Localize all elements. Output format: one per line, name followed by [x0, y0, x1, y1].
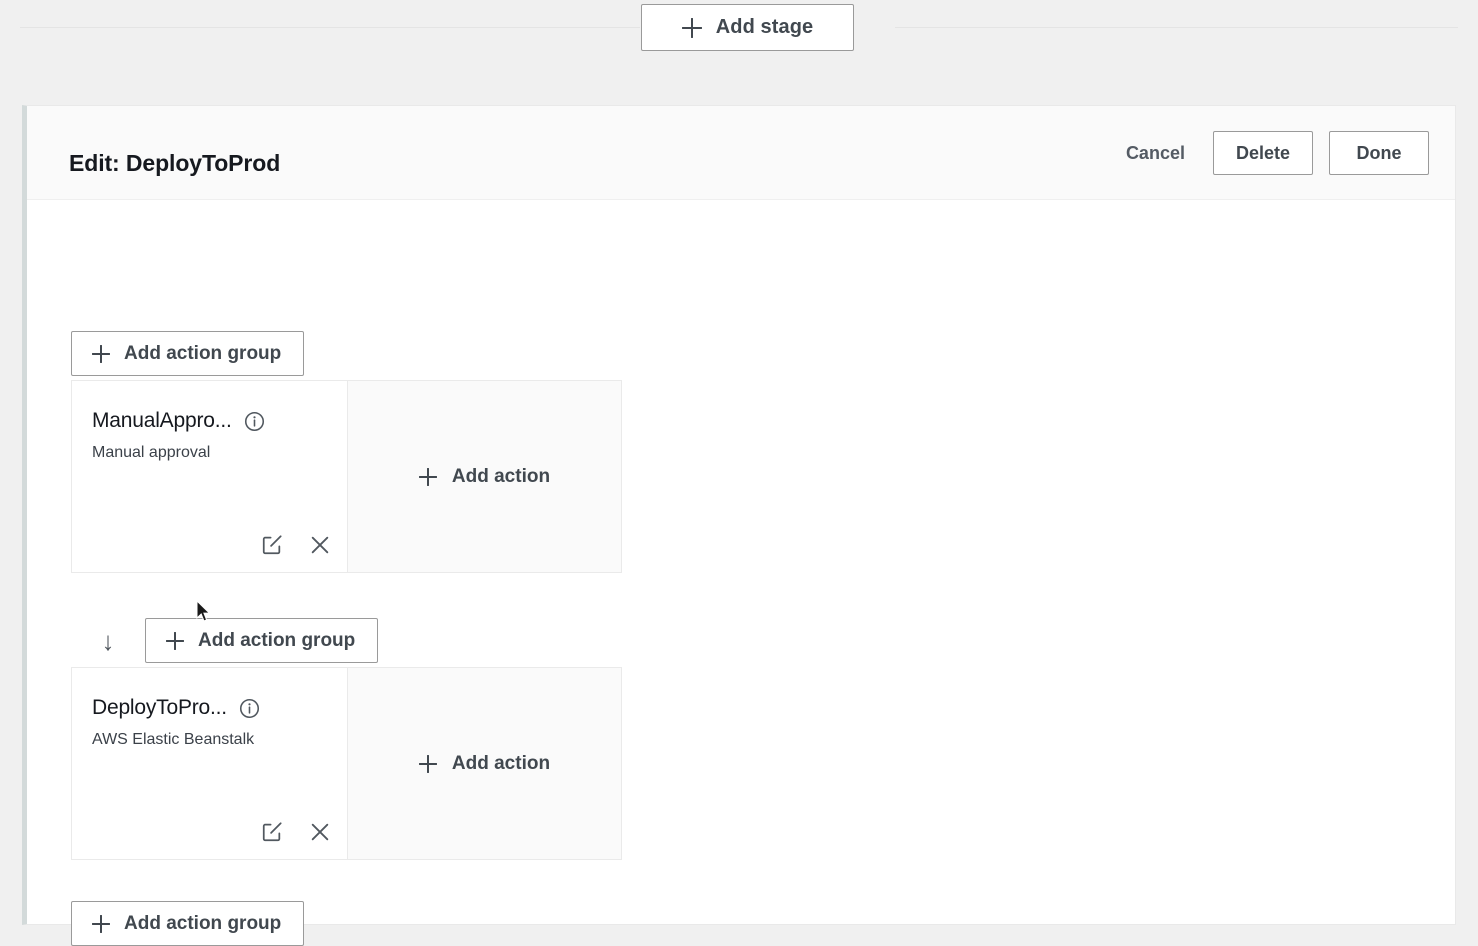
plus-icon — [418, 467, 437, 486]
edit-panel-header: Edit: DeployToProd Cancel Delete Done — [27, 106, 1455, 200]
action-group-name-row: ManualAppro... — [92, 409, 329, 433]
info-circle-icon[interactable] — [244, 411, 265, 432]
action-group-provider: Manual approval — [92, 444, 211, 461]
plus-icon — [418, 754, 437, 773]
done-button[interactable]: Done — [1329, 131, 1429, 175]
plus-icon — [681, 17, 702, 38]
edit-square-icon[interactable] — [261, 821, 283, 843]
add-action-group-label: Add action group — [124, 912, 282, 934]
add-action-label: Add action — [451, 752, 551, 774]
page-title: Edit: DeployToProd — [69, 150, 281, 176]
edit-panel-header-actions: Cancel Delete Done — [1114, 131, 1429, 175]
close-x-icon[interactable] — [309, 534, 331, 556]
action-group-tools — [261, 534, 331, 556]
stage-divider-right — [895, 27, 1458, 28]
edit-square-icon[interactable] — [261, 534, 283, 556]
add-action-group-button-top[interactable]: Add action group — [71, 331, 305, 376]
action-group-details: DeployToPro... AWS Elastic Beanstalk — [72, 668, 348, 859]
stage-divider-left — [20, 27, 640, 28]
add-action-label: Add action — [451, 465, 551, 487]
arrow-down-icon: ↓ — [101, 625, 115, 656]
add-action-button[interactable]: Add action — [348, 668, 621, 859]
add-stage-label: Add stage — [715, 16, 814, 38]
close-x-icon[interactable] — [309, 821, 331, 843]
action-group-name: ManualAppro... — [92, 409, 232, 432]
plus-icon — [166, 631, 184, 650]
add-action-group-button-bottom[interactable]: Add action group — [71, 901, 305, 946]
edit-stage-panel: Edit: DeployToProd Cancel Delete Done Ad… — [22, 105, 1456, 946]
action-group-provider: AWS Elastic Beanstalk — [92, 731, 255, 748]
plus-icon — [92, 344, 110, 363]
action-group-details: ManualAppro... Manual approval — [72, 381, 348, 572]
action-group-card: ManualAppro... Manual approval Add actio… — [71, 380, 622, 573]
add-stage-button[interactable]: Add stage — [641, 4, 854, 51]
add-stage-row: Add stage — [0, 0, 1478, 56]
add-action-group-label: Add action group — [124, 342, 282, 364]
add-action-group-label: Add action group — [198, 629, 356, 651]
action-group-tools — [261, 821, 331, 843]
cancel-button[interactable]: Cancel — [1114, 135, 1197, 172]
action-group-name-row: DeployToPro... — [92, 696, 329, 720]
add-action-button[interactable]: Add action — [348, 381, 621, 572]
add-action-group-button-middle[interactable]: Add action group — [145, 618, 379, 663]
delete-button[interactable]: Delete — [1212, 131, 1313, 175]
plus-icon — [92, 914, 110, 933]
action-group-flow-row: ↓ Add action group — [71, 618, 379, 663]
info-circle-icon[interactable] — [239, 698, 260, 719]
action-group-card: DeployToPro... AWS Elastic Beanstalk Add… — [71, 667, 622, 860]
action-group-name: DeployToPro... — [92, 696, 227, 719]
